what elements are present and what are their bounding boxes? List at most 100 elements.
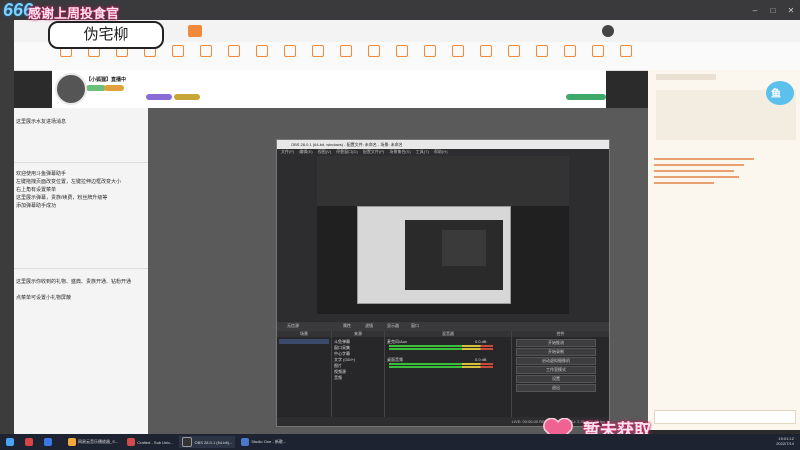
menu-item[interactable]: 视图(V) xyxy=(318,149,331,154)
studio-mode-button[interactable]: 工作室模式 xyxy=(516,366,596,374)
audio-meter xyxy=(389,363,493,365)
virtual-camera-button[interactable]: 启动虚拟摄像机 xyxy=(516,357,596,365)
chat-line: 添加弹幕助手成功 xyxy=(16,203,57,209)
mixer-channel-level: 0.0 dB xyxy=(475,339,487,344)
category-icon xyxy=(452,45,464,57)
chat-input[interactable] xyxy=(654,410,796,424)
source-item[interactable]: 音频 xyxy=(334,375,382,380)
chat-line: 这里展示你收到的礼物、盛典、贵族开通、钻粉开通 xyxy=(16,279,132,285)
nav-item[interactable] xyxy=(224,45,244,59)
category-icon xyxy=(424,45,436,57)
divider xyxy=(14,162,148,163)
top-supporter-name: 伪宅柳 xyxy=(48,21,164,49)
room-header: 【小狐狸】直播中 xyxy=(52,70,606,108)
nav-item[interactable] xyxy=(168,45,188,59)
category-icon xyxy=(312,45,324,57)
sources-dock: 来源 斗鱼弹幕 窗口采集 中心字幕 文字 (GDI+) 图片 视频源 音频 xyxy=(332,331,385,417)
audio-meter xyxy=(389,345,493,347)
system-clock[interactable]: 19:01:12 2022/7/14 xyxy=(776,436,794,446)
audio-meter xyxy=(389,366,493,368)
exit-button[interactable]: 退出 xyxy=(516,384,596,392)
controls-dock: 控件 开始推流 开始录制 启动虚拟摄像机 工作室模式 设置 退出 xyxy=(512,331,609,417)
start-recording-button[interactable]: 开始录制 xyxy=(516,348,596,356)
source-item[interactable]: 文字 (GDI+) xyxy=(334,357,382,362)
close-icon[interactable]: ✕ xyxy=(782,0,800,20)
scene-item[interactable] xyxy=(279,339,329,344)
room-tag[interactable] xyxy=(86,85,106,91)
start-streaming-button[interactable]: 开始推流 xyxy=(516,339,596,347)
mixer-channel-level: 0.0 dB xyxy=(475,357,487,362)
nav-item[interactable] xyxy=(280,45,300,59)
room-tag[interactable] xyxy=(146,94,172,100)
nav-item[interactable] xyxy=(336,45,356,59)
danmaku-assistant-panel: 这里展示水友进场消息 欢迎使用斗鱼弹幕助手 左键拖拽页面改变位置，左键拉伸边框改… xyxy=(14,108,148,434)
minimize-icon[interactable]: – xyxy=(746,0,764,20)
taskbar: 网易云音乐播放器_S... Crafted - Sub Unic... OBS … xyxy=(0,434,800,450)
nav-item[interactable] xyxy=(364,45,384,59)
settings-button[interactable]: 设置 xyxy=(516,375,596,383)
source-item[interactable]: 窗口采集 xyxy=(334,345,382,350)
audio-meter xyxy=(389,348,493,350)
taskbar-app[interactable]: Crafted - Sub Unic... xyxy=(124,436,176,448)
menu-item[interactable]: 工具(T) xyxy=(416,149,429,154)
nav-item[interactable] xyxy=(392,45,412,59)
taskbar-app[interactable]: OBS 28.0.1 (64-bit)... xyxy=(179,436,236,448)
streamer-avatar[interactable] xyxy=(55,73,87,105)
category-icon xyxy=(592,45,604,57)
menu-item[interactable]: 场景集合(S) xyxy=(389,149,410,154)
source-item[interactable]: 斗鱼弹幕 xyxy=(334,339,382,344)
nav-item[interactable] xyxy=(560,45,580,59)
menu-item[interactable]: 帮助(H) xyxy=(434,149,448,154)
category-icon xyxy=(228,45,240,57)
nav-item[interactable] xyxy=(588,45,608,59)
nav-item[interactable] xyxy=(308,45,328,59)
chat-line: 右上角有设置菜单 xyxy=(16,187,57,193)
nav-item[interactable] xyxy=(504,45,524,59)
filters-button[interactable]: 滤镜 xyxy=(365,323,373,329)
start-button[interactable] xyxy=(3,436,19,448)
nav-item[interactable] xyxy=(196,45,216,59)
source-item[interactable]: 视频源 xyxy=(334,369,382,374)
user-avatar[interactable] xyxy=(602,25,614,37)
window-button[interactable]: 窗口 xyxy=(411,323,419,329)
room-tag[interactable] xyxy=(104,85,124,91)
preview-header xyxy=(317,156,569,206)
obs-title-bar: OBS 28.0.1 (64-bit, windows) - 配置文件: 未命名… xyxy=(277,140,609,149)
room-tag[interactable] xyxy=(174,94,200,100)
nav-item[interactable] xyxy=(448,45,468,59)
nav-item[interactable] xyxy=(252,45,272,59)
category-icon xyxy=(368,45,380,57)
svg-text:鱼: 鱼 xyxy=(771,87,781,100)
nav-item[interactable] xyxy=(476,45,496,59)
category-icon xyxy=(284,45,296,57)
taskbar-app[interactable]: 网易云音乐播放器_S... xyxy=(65,436,121,448)
banner-text: 感谢上周投食官 xyxy=(28,6,120,21)
taskbar-app[interactable] xyxy=(41,436,57,448)
source-item[interactable]: 中心字幕 xyxy=(334,351,382,356)
chat-line: 这里展示弹幕，贵族/续费，粉丝牌升级等 xyxy=(16,195,108,201)
room-title: 【小狐狸】直播中 xyxy=(86,77,127,83)
maximize-icon[interactable]: □ xyxy=(764,0,782,20)
category-icon xyxy=(564,45,576,57)
no-source-label: 无信源 xyxy=(287,323,299,328)
obs-window[interactable]: OBS 28.0.1 (64-bit, windows) - 配置文件: 未命名… xyxy=(276,139,610,427)
scenes-dock-title: 场景 xyxy=(277,331,331,337)
menu-item[interactable]: 编辑(E) xyxy=(299,149,312,154)
douyu-logo[interactable] xyxy=(188,25,202,37)
chat-line: 点菜单可设置小礼物屏蔽 xyxy=(16,295,72,301)
display-button[interactable]: 显示器 xyxy=(387,323,399,329)
controls-dock-title: 控件 xyxy=(512,331,609,337)
menu-item[interactable]: 停靠窗口(D) xyxy=(336,149,358,154)
taskbar-app[interactable] xyxy=(22,436,38,448)
taskbar-app-label: 网易云音乐播放器_S... xyxy=(78,439,119,444)
nav-item[interactable] xyxy=(420,45,440,59)
taskbar-app[interactable]: Studio One - 新歌... xyxy=(238,436,289,448)
menu-item[interactable]: 文件(F) xyxy=(281,149,294,154)
nav-item[interactable] xyxy=(616,45,636,59)
menu-item[interactable]: 配置文件(P) xyxy=(363,149,384,154)
nav-item[interactable] xyxy=(532,45,552,59)
source-item[interactable]: 图片 xyxy=(334,363,382,368)
properties-button[interactable]: 属性 xyxy=(343,323,351,329)
follow-button[interactable] xyxy=(566,94,606,100)
app-icon xyxy=(44,438,52,446)
